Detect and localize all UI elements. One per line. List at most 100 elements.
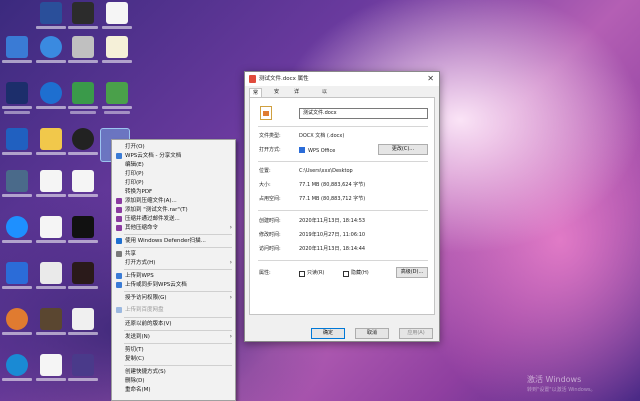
menu-item-label: 打开方式(H) [125,260,156,266]
dialog-titlebar[interactable]: 测试文件.docx 属性 ✕ [245,72,439,86]
menu-item-rename[interactable]: 重命名(M) [112,386,235,394]
submenu-arrow-icon: › [229,224,232,231]
apply-button[interactable]: 应用(A) [399,328,433,339]
file-icon[interactable] [102,2,132,29]
menu-item-label: 打印(P) [125,171,144,177]
tab-previous-versions[interactable]: 以前的版本 [319,88,330,131]
desktop-shortcut-icon[interactable] [68,216,98,243]
menu-item-print[interactable]: 打印(P) [112,170,235,178]
cancel-button[interactable]: 取消 [355,328,389,339]
desktop-shortcut-icon[interactable] [2,82,32,114]
desktop-shortcut-icon[interactable] [36,308,66,335]
menu-item-grant-access[interactable]: 授予访问权限(G) › [112,294,235,302]
menu-item-cut[interactable]: 剪切(T) [112,346,235,354]
menu-item-label: 编辑(E) [125,162,144,168]
file-name-input[interactable]: 测试文件.docx [299,108,428,119]
type-value: DOCX 文档 (.docx) [299,133,345,139]
desktop-shortcut-icon[interactable] [36,36,66,63]
menu-item-label: 上传或同步到WPS云文档 [125,282,187,288]
menu-item-label: WPS云文档 - 分享文档 [125,153,182,159]
readonly-checkbox[interactable] [299,271,305,277]
menu-item-edit[interactable]: 编辑(E) [112,161,235,169]
change-button[interactable]: 更改(C)... [378,144,428,155]
close-icon[interactable]: ✕ [427,74,434,83]
file-icon[interactable] [36,354,66,381]
file-icon[interactable] [68,308,98,335]
opens-with-label: 打开方式: [259,147,281,153]
docx-file-icon [260,106,272,120]
desktop-shortcut-icon[interactable] [2,36,32,63]
menu-item-upload-baidu[interactable]: 上传到百度网盘 [112,306,235,314]
desktop-shortcut-icon[interactable] [68,354,98,381]
menu-item-convert-pdf[interactable]: 转换为PDF [112,188,235,196]
menu-item-print[interactable]: 打印(P) [112,179,235,187]
file-icon[interactable] [36,262,66,289]
desktop-shortcut-icon[interactable] [2,128,32,155]
desktop-shortcut-icon[interactable] [68,2,98,29]
desktop-shortcut-icon[interactable] [68,36,98,63]
file-icon[interactable] [102,36,132,63]
menu-item-upload-wps[interactable]: 上传到WPS [112,272,235,280]
menu-item-other-compress[interactable]: 其他压缩命令 › [112,224,235,232]
desktop-shortcut-icon[interactable] [68,262,98,289]
desktop-shortcut-icon[interactable] [2,354,32,381]
archive-icon [116,198,122,204]
divider [258,260,428,261]
modified-label: 修改时间: [259,232,281,238]
tab-security[interactable]: 安全 [271,88,282,104]
menu-item-compress-email[interactable]: 压缩并通过邮件发送... [112,215,235,223]
menu-item-delete[interactable]: 删除(D) [112,377,235,385]
menu-item-label: 转换为PDF [125,189,153,195]
menu-item-label: 打开(O) [125,144,145,150]
desktop-shortcut-icon[interactable] [68,128,98,155]
menu-item-share[interactable]: 共享 [112,250,235,258]
menu-item-create-shortcut[interactable]: 创建快捷方式(S) [112,368,235,376]
accessed-value: 2020年11月13日, 18:14:44 [299,246,366,252]
desktop-shortcut-icon[interactable] [2,170,32,197]
menu-item-copy[interactable]: 复制(C) [112,355,235,363]
file-icon[interactable] [36,170,66,197]
ok-button[interactable]: 确定 [311,328,345,339]
menu-item-defender-scan[interactable]: 使用 Windows Defender扫描... [112,237,235,245]
wps-icon[interactable] [2,262,32,289]
edge-icon[interactable] [2,216,32,243]
menu-item-send-to[interactable]: 发送到(N) › [112,333,235,341]
menu-item-add-rar[interactable]: 添加到 "测试文件.rar"(T) [112,206,235,214]
file-icon[interactable] [36,216,66,243]
disk-size-label: 占用空间: [259,196,281,202]
wps-icon [299,147,305,153]
desktop-shortcut-icon[interactable] [36,82,66,109]
created-label: 创建时间: [259,218,281,224]
disk-size-value: 77.1 MB (80,883,712 字节) [299,196,366,202]
divider [258,161,428,162]
tab-details[interactable]: 详细信息 [291,88,302,122]
modified-value: 2019年10月27日, 11:06:10 [299,232,366,238]
menu-item-restore-versions[interactable]: 还原以前的版本(V) [112,320,235,328]
opens-with-value: WPS Office [299,147,335,155]
menu-item-wps-share[interactable]: WPS云文档 - 分享文档 [112,152,235,160]
tab-general[interactable]: 常规 [249,88,263,105]
menu-item-add-archive[interactable]: 添加到压缩文件(A)... [112,197,235,205]
menu-item-open-with[interactable]: 打开方式(H) › [112,259,235,267]
desktop-shortcut-icon[interactable] [36,2,66,29]
share-icon [116,251,122,257]
folder-icon[interactable] [36,128,66,155]
hidden-checkbox[interactable] [343,271,349,277]
advanced-button[interactable]: 高级(D)... [396,267,428,278]
menu-separator [124,317,232,318]
menu-item-label: 压缩并通过邮件发送... [125,216,180,222]
desktop-shortcut-icon[interactable] [102,82,132,114]
submenu-arrow-icon: › [229,259,232,266]
menu-separator [124,269,232,270]
desktop-shortcut-icon[interactable] [2,308,32,335]
menu-item-label: 剪切(T) [125,347,144,353]
attributes-label: 属性: [259,270,271,276]
archive-icon [116,225,122,231]
menu-item-label: 发送到(N) [125,334,150,340]
menu-item-open[interactable]: 打开(O) [112,143,235,151]
file-icon[interactable] [68,170,98,197]
desktop-shortcut-icon[interactable] [68,82,98,114]
menu-item-label: 授予访问权限(G) [125,295,167,301]
menu-item-sync-wps-cloud[interactable]: 上传或同步到WPS云文档 [112,281,235,289]
size-label: 大小: [259,182,271,188]
